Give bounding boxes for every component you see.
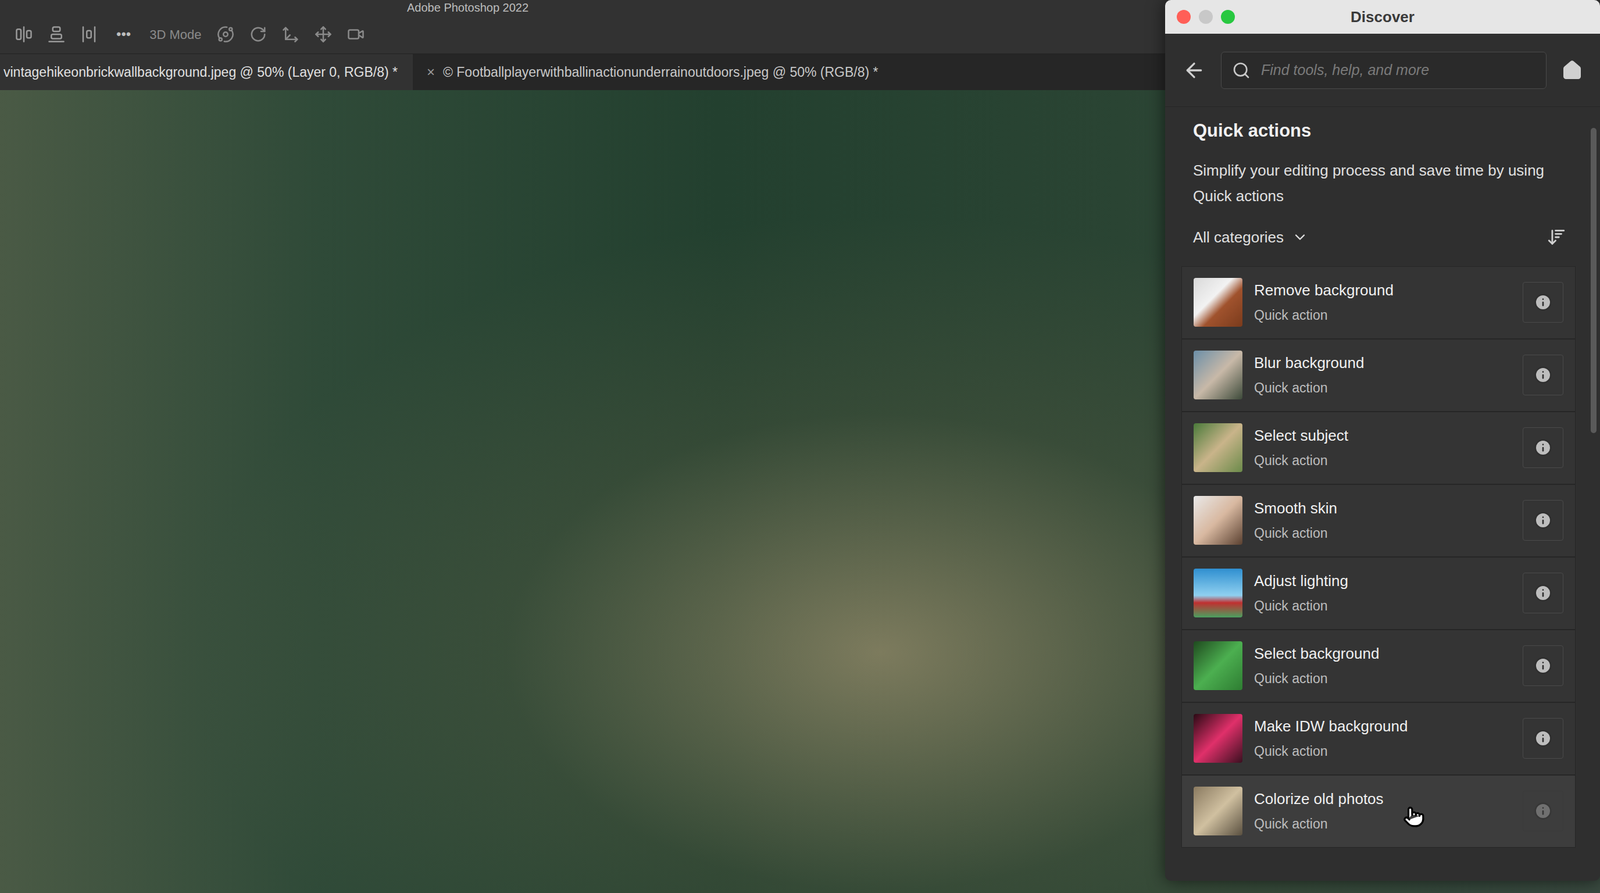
align-icon[interactable] xyxy=(15,25,33,44)
3d-tool-icon[interactable] xyxy=(281,25,300,44)
action-thumbnail xyxy=(1193,495,1243,545)
quick-action-row[interactable]: Blur backgroundQuick action xyxy=(1181,338,1576,412)
action-thumbnail xyxy=(1193,641,1243,691)
category-filter[interactable]: All categories xyxy=(1193,226,1309,249)
window-title: Discover xyxy=(1234,5,1600,29)
action-subtitle: Quick action xyxy=(1254,595,1512,617)
info-button[interactable] xyxy=(1522,500,1564,541)
3d-tool-icon[interactable] xyxy=(216,25,235,44)
home-icon[interactable] xyxy=(1561,59,1583,81)
sort-icon[interactable] xyxy=(1546,227,1567,248)
align-icon[interactable] xyxy=(47,25,66,44)
minimize-window-icon[interactable] xyxy=(1198,9,1213,24)
3d-tool-icon[interactable] xyxy=(314,25,332,44)
tab-close-button[interactable]: × xyxy=(416,61,435,83)
tab-label: vintagehikeonbrickwallbackground.jpeg @ … xyxy=(3,62,398,83)
quick-action-row[interactable]: Make IDW background Quick action xyxy=(1181,702,1576,775)
search-placeholder: Find tools, help, and more xyxy=(1261,59,1430,82)
action-name: Select background xyxy=(1254,642,1512,666)
action-subtitle: Quick action xyxy=(1254,741,1512,762)
quick-action-row[interactable]: Remove background Quick action xyxy=(1181,266,1576,339)
quick-action-row[interactable]: Colorize old photosQuick action xyxy=(1181,775,1576,848)
action-name: Adjust lighting xyxy=(1254,569,1512,593)
app-title: Adobe Photoshop 2022 xyxy=(406,0,529,15)
info-button[interactable] xyxy=(1522,354,1564,396)
3d-tool-icon[interactable] xyxy=(347,25,365,44)
zoom-window-icon[interactable] xyxy=(1220,9,1235,24)
chevron-down-icon xyxy=(1291,229,1309,246)
photoshop-screen: Adobe Photoshop 2022 ••• 3D Mode vintagehik… xyxy=(0,0,1600,893)
info-icon xyxy=(1533,293,1553,312)
hand-cursor-icon xyxy=(1402,805,1425,828)
info-button[interactable] xyxy=(1522,281,1564,323)
action-subtitle: Quick action xyxy=(1254,523,1512,544)
action-subtitle: Quick action xyxy=(1254,668,1512,689)
scrollbar[interactable] xyxy=(1587,106,1600,881)
action-subtitle: Quick action xyxy=(1254,813,1512,835)
info-icon xyxy=(1533,583,1553,603)
action-subtitle: Quick action xyxy=(1254,377,1512,399)
info-icon xyxy=(1533,801,1553,821)
action-subtitle: Quick action xyxy=(1254,305,1512,326)
action-thumbnail xyxy=(1193,423,1243,473)
info-icon xyxy=(1533,511,1553,530)
action-thumbnail xyxy=(1193,277,1243,327)
action-name: Select subject xyxy=(1254,424,1512,448)
tab-label: © Footballplayerwithballinactionunderrai… xyxy=(443,62,879,83)
more-button[interactable]: ••• xyxy=(112,23,135,45)
quick-actions-description: Simplify your editing process and save t… xyxy=(1165,144,1588,209)
info-button[interactable] xyxy=(1522,718,1564,759)
mode-label: 3D Mode xyxy=(149,25,202,45)
action-name: Smooth skin xyxy=(1254,497,1512,520)
action-thumbnail xyxy=(1193,350,1243,400)
document-tab[interactable]: vintagehikeonbrickwallbackground.jpeg @ … xyxy=(0,54,413,91)
back-arrow-icon[interactable] xyxy=(1182,58,1206,82)
document-tab[interactable]: × © Footballplayerwithballinactionunderra… xyxy=(412,54,894,91)
3d-tool-icon[interactable] xyxy=(249,25,267,44)
close-window-icon[interactable] xyxy=(1176,9,1191,24)
search-row: Find tools, help, and more xyxy=(1165,33,1600,107)
quick-actions-heading: Quick actions xyxy=(1165,106,1588,145)
action-thumbnail xyxy=(1193,786,1243,836)
quick-action-row[interactable]: Select subjectQuick action xyxy=(1181,411,1576,485)
action-name: Make IDW background xyxy=(1254,715,1512,738)
quick-action-row[interactable]: Adjust lightingQuick action xyxy=(1181,556,1576,630)
info-button[interactable] xyxy=(1522,790,1564,832)
info-button[interactable] xyxy=(1522,645,1564,687)
action-name: Blur background xyxy=(1254,351,1512,375)
action-subtitle: Quick action xyxy=(1254,450,1512,471)
discover-window: Discover Find tools, help, and more Quick … xyxy=(1165,0,1600,881)
action-thumbnail xyxy=(1193,568,1243,618)
action-name: Colorize old photos xyxy=(1254,787,1512,811)
action-name: Remove background xyxy=(1254,279,1512,302)
search-field[interactable]: Find tools, help, and more xyxy=(1220,51,1547,89)
quick-actions-list: Remove backgroundQuick actionBlur backgr… xyxy=(1181,266,1576,848)
info-icon xyxy=(1533,729,1553,748)
quick-action-row[interactable]: Select backgroundQuick action xyxy=(1181,629,1576,703)
info-button[interactable] xyxy=(1522,572,1564,614)
action-thumbnail xyxy=(1193,713,1243,763)
quick-action-row[interactable]: Smooth skin Quick action xyxy=(1181,484,1576,557)
align-icon[interactable] xyxy=(80,25,98,44)
search-icon xyxy=(1231,61,1251,80)
discover-title-bar: Discover xyxy=(1165,0,1600,34)
scrollbar-thumb[interactable] xyxy=(1590,127,1597,434)
info-icon xyxy=(1533,656,1553,675)
info-icon xyxy=(1533,438,1553,457)
info-button[interactable] xyxy=(1522,427,1564,469)
info-icon xyxy=(1533,365,1553,385)
